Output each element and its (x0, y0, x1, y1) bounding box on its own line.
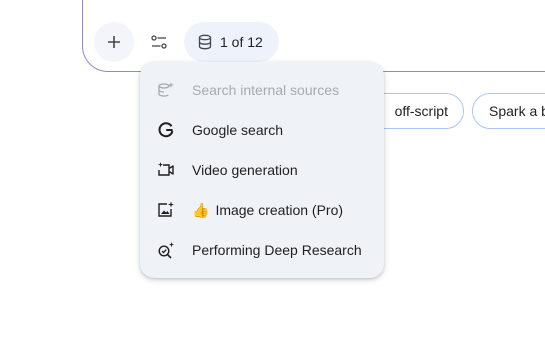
thumbs-up-emoji: 👍 (192, 201, 210, 218)
app-stage: 1 of 12 off-script Spark a b Search inte… (0, 0, 545, 343)
chip-label: Spark a b (489, 103, 545, 119)
tools-dropdown-menu: Search internal sources Google search Vi… (140, 62, 384, 278)
menu-item-label: Video generation (192, 162, 298, 178)
image-sparkle-icon (156, 200, 176, 220)
tools-button[interactable] (140, 22, 178, 62)
suggestion-chip[interactable]: Spark a b (472, 93, 545, 129)
google-g-icon (156, 120, 176, 140)
menu-item-label: Search internal sources (192, 82, 340, 98)
plus-icon (108, 36, 120, 48)
database-sparkle-icon (156, 80, 176, 100)
menu-item-label: Image creation (Pro) (215, 202, 344, 218)
sources-button[interactable]: 1 of 12 (184, 22, 279, 62)
tune-sliders-icon (151, 35, 167, 49)
menu-item-deep-research[interactable]: Performing Deep Research (140, 230, 384, 270)
chip-label: off-script (394, 103, 448, 119)
menu-item-search-internal-sources: Search internal sources (140, 70, 384, 110)
database-icon (198, 34, 212, 50)
menu-item-label: Google search (192, 122, 284, 138)
video-sparkle-icon (156, 160, 176, 180)
menu-item-google-search[interactable]: Google search (140, 110, 384, 150)
deep-research-icon (156, 240, 176, 260)
menu-item-image-creation[interactable]: 👍 Image creation (Pro) (140, 190, 384, 230)
menu-item-label: Performing Deep Research (192, 242, 362, 258)
add-button[interactable] (94, 22, 134, 62)
menu-item-video-generation[interactable]: Video generation (140, 150, 384, 190)
sources-count-label: 1 of 12 (220, 34, 263, 50)
